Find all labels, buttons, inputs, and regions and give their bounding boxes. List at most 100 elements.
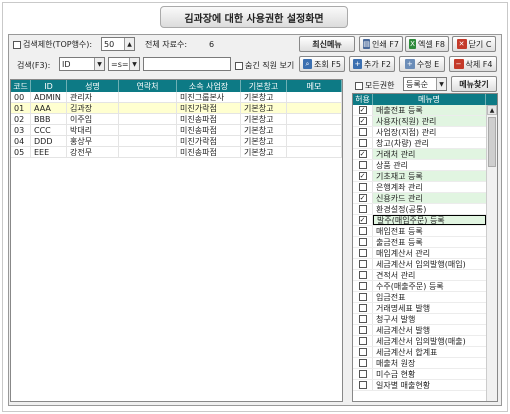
menu-row[interactable]: 세금계산서 임의발행(매출)	[353, 336, 486, 347]
menu-order-select[interactable]: 등록순 ▼	[403, 77, 447, 91]
col-allow[interactable]: 허용	[353, 94, 373, 105]
table-row[interactable]: 00 ADMIN 관리자 미진그룹본사 기본창고	[11, 92, 342, 103]
refresh-menu-button[interactable]: 최신메뉴	[299, 36, 355, 52]
unchecked-checkbox[interactable]	[358, 293, 367, 301]
menu-row[interactable]: 세금계산서 합계표	[353, 347, 486, 358]
menu-row[interactable]: 세금계산서 임의발행(매입)	[353, 259, 486, 270]
unchecked-checkbox[interactable]	[358, 370, 367, 378]
hide-staff-checkbox[interactable]	[235, 61, 243, 70]
search-op-select[interactable]: =s= ▼	[108, 57, 140, 71]
table-row[interactable]: 01 AAA 김과장 미진가락점 기본창고	[11, 103, 342, 114]
col-name[interactable]: 성명	[67, 80, 119, 92]
search-field-select[interactable]: ID ▼	[59, 57, 105, 71]
unchecked-checkbox[interactable]	[358, 227, 367, 235]
checked-checkbox[interactable]: ✓	[358, 117, 367, 125]
print-button[interactable]: ▤ 인쇄 F7	[359, 36, 403, 52]
menu-row[interactable]: 은행계좌 관리	[353, 182, 486, 193]
add-button[interactable]: + 추가 F2	[349, 56, 395, 72]
table-row[interactable]: 03 CCC 박대리 미진송파점 기본창고	[11, 125, 342, 136]
menu-row[interactable]: ✓ 매출전표 등록	[353, 105, 486, 116]
total-label: 전체 자료수:	[145, 40, 188, 49]
unchecked-checkbox[interactable]	[358, 315, 367, 323]
menu-row[interactable]: 환경설정(공통)	[353, 204, 486, 215]
table-row[interactable]: 04 DDD 홍상무 미진가락점 기본창고	[11, 136, 342, 147]
table-cell	[287, 114, 342, 124]
excel-button[interactable]: X 엑셀 F8	[405, 36, 449, 52]
menu-row[interactable]: 사업장(지점) 관리	[353, 127, 486, 138]
scroll-thumb[interactable]	[488, 117, 496, 167]
menu-row[interactable]: 거래명세표 발행	[353, 303, 486, 314]
menu-row[interactable]: ✓ 거래처 관리	[353, 149, 486, 160]
table-row[interactable]: 05 EEE 강전무 미진송파점 기본창고	[11, 147, 342, 158]
menu-row[interactable]: 일자별 매출현황	[353, 380, 486, 391]
checked-checkbox[interactable]: ✓	[358, 150, 367, 158]
col-warehouse[interactable]: 기본창고	[241, 80, 287, 92]
menu-row[interactable]: 상품 관리	[353, 160, 486, 171]
menu-row[interactable]: ✓ 발주(매입주문) 등록	[353, 215, 486, 226]
spinner-icon[interactable]: ▲	[124, 38, 134, 50]
menu-row[interactable]: 창고(차량) 관리	[353, 138, 486, 149]
unchecked-checkbox[interactable]	[358, 359, 367, 367]
all-permissions-checkbox[interactable]	[355, 81, 363, 90]
unchecked-checkbox[interactable]	[358, 304, 367, 312]
menu-row[interactable]: 입금전표	[353, 292, 486, 303]
total-value: 6	[209, 40, 215, 49]
col-id[interactable]: ID	[31, 80, 67, 92]
unchecked-checkbox[interactable]	[358, 249, 367, 257]
col-menu-name[interactable]: 메뉴명	[373, 94, 486, 105]
menu-row[interactable]: ✓ 기초재고 등록	[353, 171, 486, 182]
menu-row[interactable]: 세금계산서 발행	[353, 325, 486, 336]
unchecked-checkbox[interactable]	[358, 271, 367, 279]
unchecked-checkbox[interactable]	[358, 326, 367, 334]
unchecked-checkbox[interactable]	[358, 128, 367, 136]
unchecked-checkbox[interactable]	[358, 161, 367, 169]
unchecked-checkbox[interactable]	[358, 260, 367, 268]
menu-row[interactable]: 청구서 발행	[353, 314, 486, 325]
unchecked-checkbox[interactable]	[358, 348, 367, 356]
all-permissions-toggle[interactable]: 모든권한	[355, 80, 394, 91]
scroll-up-icon[interactable]: ▲	[487, 105, 497, 115]
close-button[interactable]: ✕ 닫기 C	[452, 36, 496, 52]
menu-row[interactable]: 출금전표 등록	[353, 237, 486, 248]
menu-row[interactable]: 수주(매출주문) 등록	[353, 281, 486, 292]
menu-name: 청구서 발행	[376, 314, 416, 324]
checked-checkbox[interactable]: ✓	[358, 194, 367, 202]
limit-checkbox[interactable]	[13, 40, 21, 49]
unchecked-checkbox[interactable]	[358, 381, 367, 389]
menu-row[interactable]: ✓ 신용카드 관리	[353, 193, 486, 204]
search-input[interactable]	[143, 57, 231, 71]
unchecked-checkbox[interactable]	[358, 205, 367, 213]
col-branch[interactable]: 소속 사업장	[177, 80, 241, 92]
add-label: 추가 F2	[364, 59, 391, 69]
hide-staff-toggle[interactable]: 숨긴 직원 보기	[235, 60, 294, 71]
unchecked-checkbox[interactable]	[358, 183, 367, 191]
query-button[interactable]: ⌕ 조회 F5	[299, 56, 345, 72]
delete-button[interactable]: − 삭제 F4	[449, 56, 497, 72]
checked-checkbox[interactable]: ✓	[358, 216, 367, 224]
table-cell: 기본창고	[241, 125, 287, 135]
find-menu-button[interactable]: 메뉴찾기	[451, 76, 497, 92]
unchecked-checkbox[interactable]	[358, 238, 367, 246]
menu-row[interactable]: ✓ 사용자(직원) 관리	[353, 116, 486, 127]
search-label: 검색(F3):	[17, 61, 51, 70]
unchecked-checkbox[interactable]	[358, 282, 367, 290]
menu-scrollbar[interactable]: ▲	[486, 105, 497, 401]
menu-row[interactable]: 견적서 관리	[353, 270, 486, 281]
menu-row[interactable]: 매출처 원장	[353, 358, 486, 369]
edit-button[interactable]: + 수정 E	[399, 56, 445, 72]
menu-allow-cell	[353, 380, 373, 390]
menu-row[interactable]: 미수금 현황	[353, 369, 486, 380]
menu-row[interactable]: 매입전표 등록	[353, 226, 486, 237]
menu-row[interactable]: 매입계산서 관리	[353, 248, 486, 259]
col-code[interactable]: 코드	[11, 80, 31, 92]
col-memo[interactable]: 메모	[287, 80, 342, 92]
unchecked-checkbox[interactable]	[358, 139, 367, 147]
col-phone[interactable]: 연락처	[119, 80, 177, 92]
all-permissions-label: 모든권한	[365, 81, 395, 90]
table-row[interactable]: 02 BBB 이주임 미진송파점 기본창고	[11, 114, 342, 125]
unchecked-checkbox[interactable]	[358, 337, 367, 345]
checked-checkbox[interactable]: ✓	[358, 106, 367, 114]
limit-input[interactable]: 50 ▲	[101, 37, 135, 51]
table-cell: DDD	[31, 136, 67, 146]
checked-checkbox[interactable]: ✓	[358, 172, 367, 180]
